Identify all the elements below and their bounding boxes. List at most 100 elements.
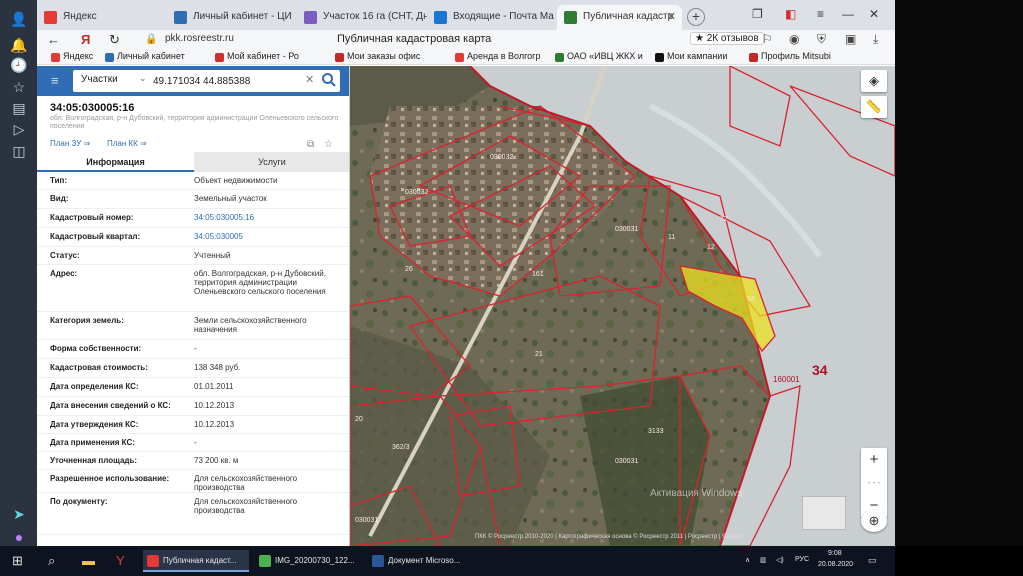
sidebar-icon[interactable]: ▣ <box>845 32 856 46</box>
ruler-button[interactable]: 📏 <box>861 96 887 118</box>
send-icon[interactable]: ➤ <box>10 505 28 523</box>
bell-icon[interactable]: 🔔 <box>10 36 28 54</box>
chevron-down-icon[interactable]: ⌄ <box>139 73 147 84</box>
info-row-value: 10.12.2013 <box>194 420 235 429</box>
clock-date[interactable]: 20.08.2020 <box>818 561 853 568</box>
settings-icon[interactable]: ◫ <box>10 142 28 160</box>
bookmark-add-icon[interactable]: ⚐ <box>762 32 773 46</box>
menu-icon[interactable]: ≡ <box>817 7 824 21</box>
minimize-icon[interactable]: — <box>842 7 854 21</box>
tab-services[interactable]: Услуги <box>194 152 349 172</box>
rating-badge[interactable]: ★ 2К отзывов <box>690 32 764 45</box>
bookmark-item[interactable]: Мои заказы офис <box>335 51 420 62</box>
taskbar-item-word[interactable]: Документ Microso... <box>368 550 476 572</box>
plan-zu-link[interactable]: План ЗУ ⇒ <box>50 139 90 148</box>
info-row: Кадастровый номер: 34:05:030005:16 <box>37 209 349 228</box>
taskbar-item-label: IMG_20200730_122... <box>275 556 355 565</box>
back-icon[interactable]: ← <box>47 32 60 47</box>
locate-icon: ⊕ <box>868 513 880 528</box>
mail-icon <box>434 11 447 24</box>
clock-time[interactable]: 9:08 <box>828 550 842 557</box>
download-icon[interactable]: ⤓ <box>873 32 878 47</box>
info-row-value: - <box>194 438 197 447</box>
url-text[interactable]: pkk.rosreestr.ru <box>165 33 234 44</box>
map-canvas[interactable] <box>350 66 895 546</box>
tab-mail[interactable]: Входящие - Почта Ма <box>427 5 557 30</box>
locate-button[interactable]: ⊕ <box>861 510 887 532</box>
info-row: Дата определения КС: 01.01.2011 <box>37 378 349 397</box>
tab-yandex[interactable]: Яндекс <box>37 5 167 30</box>
reload-icon[interactable]: ↻ <box>109 32 120 48</box>
tab-cabinet[interactable]: Личный кабинет - ЦИ <box>167 5 297 30</box>
map-label: 030031 <box>615 458 639 465</box>
bookmark-item[interactable]: Яндекс <box>51 51 93 62</box>
map-label: 3133 <box>648 428 664 435</box>
zoom-level-indicator: - - - <box>867 478 881 487</box>
collections-icon[interactable]: ▤ <box>10 99 28 117</box>
info-row: Категория земель: Земли сельскохозяйствен… <box>37 312 349 340</box>
bookmark-item[interactable]: Аренда в Волгогр <box>455 51 540 62</box>
bookmark-item[interactable]: Личный кабинет <box>105 51 185 62</box>
bookmark-item[interactable]: ОАО «ИВЦ ЖКХ и <box>555 51 643 62</box>
map-label: 030031 <box>355 517 379 524</box>
tray-arrow-icon[interactable]: ∧ <box>745 556 750 564</box>
clear-icon[interactable]: ✕ <box>305 73 314 86</box>
profile-icon[interactable]: 👤 <box>10 10 28 28</box>
favorite-icon[interactable]: ☆ <box>324 139 333 150</box>
info-row-value: Объект недвижимости <box>194 176 278 185</box>
info-row-value[interactable]: 34:05:030005:16 <box>194 213 339 222</box>
map-label: 20 <box>355 416 363 423</box>
hamburger-icon[interactable]: ≡ <box>51 74 65 87</box>
search-icon[interactable] <box>321 72 337 88</box>
volume-icon[interactable]: ◁) <box>776 556 784 564</box>
extension-icon[interactable]: ◉ <box>789 32 799 46</box>
windows-start-icon[interactable]: ⊞ <box>12 553 23 569</box>
taskbar-item-photo[interactable]: IMG_20200730_122... <box>255 550 363 572</box>
info-row: Форма собственности: - <box>37 340 349 359</box>
bookmark-item[interactable]: Мой кабинет - Ро <box>215 51 299 62</box>
new-tab-button[interactable]: + <box>687 8 705 26</box>
folder-icon[interactable]: ▬ <box>82 553 95 568</box>
taskbar-item-browser[interactable]: Публичная кадаст... <box>143 550 249 572</box>
category-select[interactable]: Участки <box>81 74 118 85</box>
search-taskbar-icon[interactable]: ⌕ <box>48 553 55 569</box>
protect-icon[interactable]: ⛨ <box>817 32 826 47</box>
assistant-icon[interactable]: ● <box>10 528 28 546</box>
plan-kk-link[interactable]: План КК ⇒ <box>107 139 147 148</box>
star-icon[interactable]: ☆ <box>10 78 28 96</box>
search-input[interactable] <box>153 73 303 89</box>
info-row-value: 01.01.2011 <box>194 382 234 391</box>
yandex-browser-icon[interactable]: Y <box>116 553 125 568</box>
info-row-label: Статус: <box>50 251 80 260</box>
search-bar: ≡ Участки ⌄ ✕ <box>37 66 349 96</box>
layers-button[interactable]: ◈ <box>861 70 887 92</box>
zoom-in-button[interactable]: + <box>861 448 887 471</box>
info-row-value: обл. Волгоградская, р-н Дубовский, терри… <box>194 269 326 296</box>
zoom-controls: + - - - − <box>861 448 887 518</box>
tab-listing[interactable]: Участок 16 га (СНТ, Дн <box>297 5 427 30</box>
yandex-home-icon[interactable]: Я <box>81 32 90 47</box>
cadastral-map[interactable]: 030032 030032 030031 030031 030031 16 12… <box>350 66 895 546</box>
bookmark-item[interactable]: Профиль Mitsubi <box>749 51 831 62</box>
tab-information[interactable]: Информация <box>37 152 194 172</box>
close-icon[interactable]: ✕ <box>667 5 676 29</box>
notification-center-icon[interactable]: ▭ <box>868 555 877 566</box>
info-row-value[interactable]: 34:05:030005 <box>194 232 339 241</box>
tab-cadastral-map[interactable]: Публичная кадастр ✕ <box>557 5 682 30</box>
notifications-icon[interactable]: ◧ <box>785 7 796 21</box>
basemap-switcher[interactable] <box>802 496 846 530</box>
info-row-value: Для сельскохозяйственного производства <box>194 497 298 515</box>
word-icon <box>372 555 384 567</box>
cabinet-icon <box>174 11 187 24</box>
history-icon[interactable]: 🕘 <box>10 56 28 74</box>
close-window-icon[interactable]: ✕ <box>869 7 879 21</box>
language-indicator[interactable]: РУС <box>795 556 809 563</box>
play-icon[interactable]: ▷ <box>10 120 28 138</box>
info-row-value: 73 200 кв. м <box>194 456 239 465</box>
network-icon[interactable]: ▥ <box>760 556 767 564</box>
measure-icon[interactable]: ⧉ <box>307 139 314 150</box>
bookmark-item[interactable]: Мои кампании <box>655 51 727 62</box>
tabs-overview-icon[interactable]: ❐ <box>752 7 763 21</box>
photo-icon <box>259 555 271 567</box>
info-row: Вид: Земельный участок <box>37 190 349 209</box>
